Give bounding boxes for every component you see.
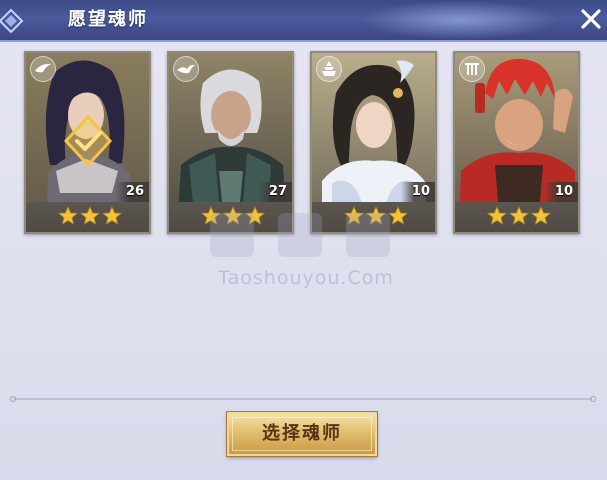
card-level: 10 <box>411 184 430 199</box>
card-level: 26 <box>125 184 144 199</box>
corner-ornament-icon <box>0 8 24 34</box>
window-header: 愿望魂师 <box>0 0 607 42</box>
header-glow <box>360 0 560 40</box>
star-icon <box>102 206 122 225</box>
soul-master-card-1[interactable]: 26 <box>24 51 151 234</box>
star-icon <box>531 206 551 225</box>
select-soul-master-button[interactable]: 选择魂师 <box>227 412 377 456</box>
tower-icon <box>316 56 342 82</box>
select-button-label: 选择魂师 <box>262 423 342 444</box>
card-level: 10 <box>554 184 573 199</box>
star-icon <box>509 206 529 225</box>
star-rating <box>26 202 149 232</box>
window-title: 愿望魂师 <box>68 9 148 30</box>
watermark-logo <box>210 213 390 257</box>
star-icon <box>58 206 78 225</box>
card-level: 27 <box>268 184 287 199</box>
close-icon[interactable] <box>578 6 604 32</box>
wing-icon <box>30 56 56 82</box>
divider-line <box>10 396 596 402</box>
gate-icon <box>459 56 485 82</box>
watermark-text: Taoshouyou.Com <box>218 267 394 289</box>
star-icon <box>80 206 100 225</box>
bird-icon <box>173 56 199 82</box>
star-icon <box>487 206 507 225</box>
star-rating <box>455 202 578 232</box>
soul-master-card-4[interactable]: 10 <box>453 51 580 234</box>
